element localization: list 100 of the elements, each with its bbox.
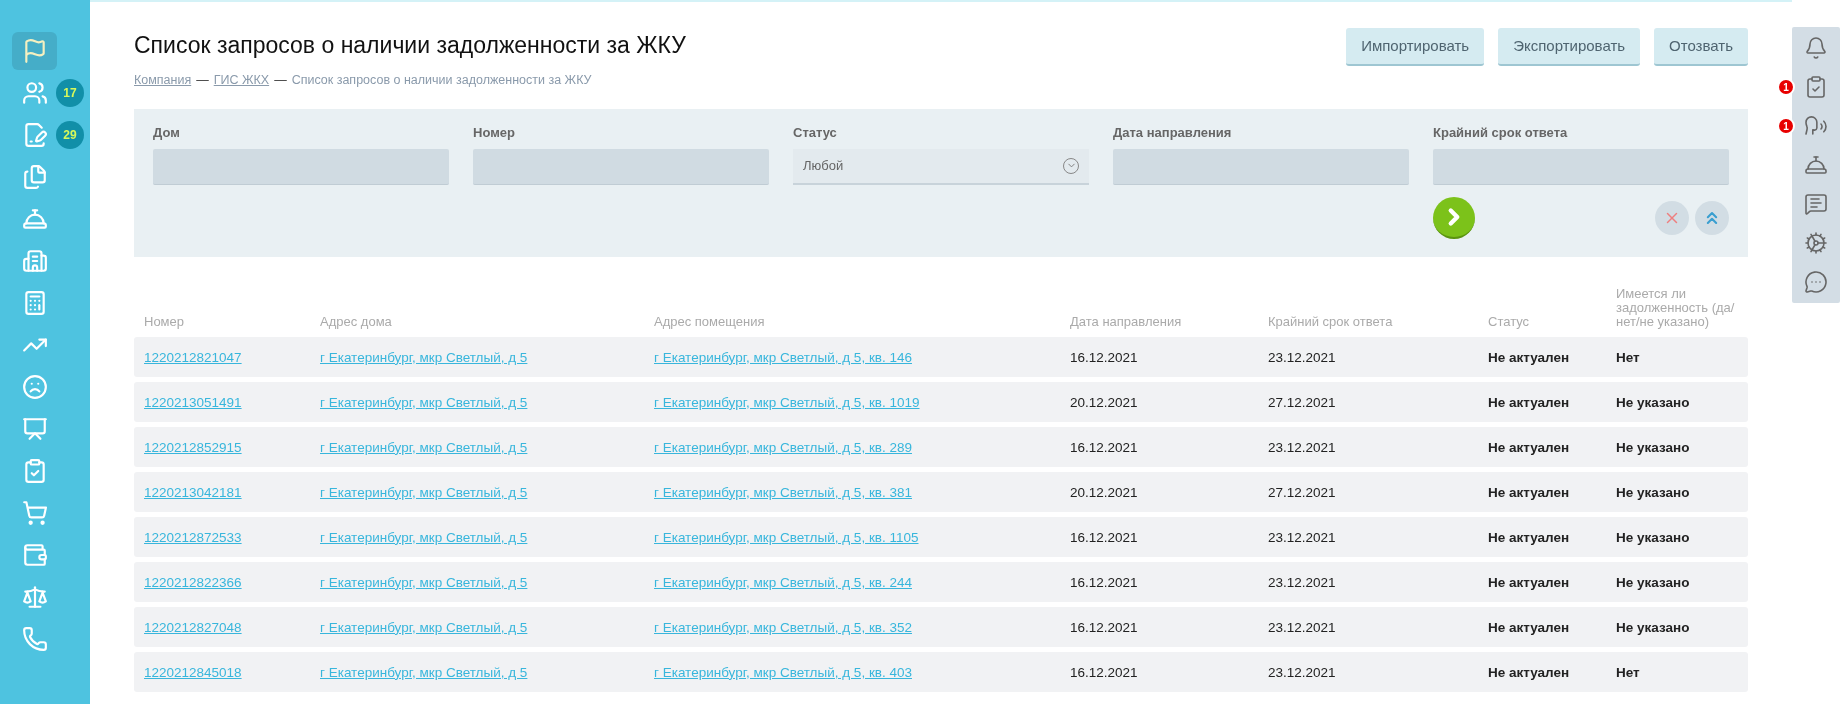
table-link[interactable]: г Екатеринбург, мкр Светлый, д 5, кв. 403 xyxy=(654,664,912,680)
table-link[interactable]: г Екатеринбург, мкр Светлый, д 5, кв. 244 xyxy=(654,574,912,590)
column-header: Статус xyxy=(1488,314,1531,329)
table-link[interactable]: г Екатеринбург, мкр Светлый, д 5 xyxy=(320,394,528,410)
table-cell: 27.12.2021 xyxy=(1268,394,1336,410)
table-cell: 23.12.2021 xyxy=(1268,529,1336,545)
filter-label: Номер xyxy=(473,124,516,143)
table-link[interactable]: 1220213042181 xyxy=(144,484,242,500)
table-cell: 16.12.2021 xyxy=(1070,619,1138,635)
sidebar-item[interactable] xyxy=(12,32,57,70)
breadcrumb-link[interactable]: Компания xyxy=(134,70,192,90)
table-cell: Не указано xyxy=(1616,439,1690,455)
apply-button[interactable] xyxy=(1433,196,1475,239)
table-link[interactable]: г Екатеринбург, мкр Светлый, д 5, кв. 352 xyxy=(654,619,912,635)
table-cell: Нет xyxy=(1616,664,1640,680)
count-badge: 29 xyxy=(56,121,84,149)
table-link[interactable]: г Екатеринбург, мкр Светлый, д 5 xyxy=(320,619,528,635)
table-link[interactable]: 1220212822366 xyxy=(144,574,242,590)
collapse-button[interactable] xyxy=(1695,200,1729,235)
table-cell: 16.12.2021 xyxy=(1070,439,1138,455)
column-header: Имеется ли задолженность (да/нет/не указано) xyxy=(1616,286,1736,329)
action-button[interactable]: Экспортировать xyxy=(1498,28,1641,66)
table-link[interactable]: г Екатеринбург, мкр Светлый, д 5 xyxy=(320,529,528,545)
table-link[interactable]: 1220213051491 xyxy=(144,394,242,410)
speaking-head-icon xyxy=(1804,114,1828,138)
message-icon xyxy=(1804,192,1828,216)
table-link[interactable]: г Екатеринбург, мкр Светлый, д 5, кв. 1105 xyxy=(654,529,919,545)
table-link[interactable]: 1220212872533 xyxy=(144,529,242,545)
table-cell: 23.12.2021 xyxy=(1268,439,1336,455)
notification-badge: 1 xyxy=(1777,78,1795,96)
table-cell: 16.12.2021 xyxy=(1070,529,1138,545)
phone-icon xyxy=(21,626,48,652)
table-link[interactable]: г Екатеринбург, мкр Светлый, д 5 xyxy=(320,484,528,500)
table-cell: Не указано xyxy=(1616,394,1690,410)
table-link[interactable]: г Екатеринбург, мкр Светлый, д 5 xyxy=(320,349,528,365)
column-header: Дата направления xyxy=(1070,314,1183,329)
cart-icon xyxy=(21,500,48,526)
action-button[interactable]: Импортировать xyxy=(1346,28,1485,66)
presentation-icon xyxy=(21,416,48,442)
wallet-icon xyxy=(21,542,48,568)
table-cell: 23.12.2021 xyxy=(1268,619,1336,635)
table-cell: Нет xyxy=(1616,349,1640,365)
reception-bell-icon xyxy=(1804,153,1828,177)
table-cell: 20.12.2021 xyxy=(1070,484,1138,500)
table-cell: 23.12.2021 xyxy=(1268,574,1336,590)
table-link[interactable]: г Екатеринбург, мкр Светлый, д 5, кв. 146 xyxy=(654,349,912,365)
documents-icon xyxy=(21,164,48,190)
page-title: Список запросов о наличии задолженности за ЖКУ xyxy=(134,31,686,60)
table-cell: 16.12.2021 xyxy=(1070,664,1138,680)
table-link[interactable]: г Екатеринбург, мкр Светлый, д 5, кв. 1019 xyxy=(654,394,920,410)
sad-face-icon xyxy=(21,374,48,400)
column-header: Крайний срок ответа xyxy=(1268,314,1394,329)
table-link[interactable]: г Екатеринбург, мкр Светлый, д 5 xyxy=(320,664,528,680)
breadcrumb-separator: — xyxy=(196,71,209,89)
table-cell: Не указано xyxy=(1616,484,1690,500)
filter-input[interactable] xyxy=(1113,148,1409,185)
reception-bell-icon xyxy=(21,206,48,232)
people-icon xyxy=(21,80,48,106)
status-select[interactable]: Любой xyxy=(793,148,1089,185)
table-cell: Не актуален xyxy=(1488,664,1570,680)
table-link[interactable]: 1220212852915 xyxy=(144,439,242,455)
table-link[interactable]: 1220212845018 xyxy=(144,664,242,680)
column-header: Номер xyxy=(144,314,185,329)
table-cell: Не актуален xyxy=(1488,394,1570,410)
table-link[interactable]: 1220212827048 xyxy=(144,619,242,635)
notification-badge: 1 xyxy=(1777,117,1795,135)
table-cell: Не указано xyxy=(1616,574,1690,590)
table-cell: 23.12.2021 xyxy=(1268,664,1336,680)
table-link[interactable]: г Екатеринбург, мкр Светлый, д 5 xyxy=(320,574,528,590)
table-cell: Не актуален xyxy=(1488,349,1570,365)
table-link[interactable]: 1220212821047 xyxy=(144,349,242,365)
filter-input[interactable] xyxy=(473,148,769,185)
building-icon xyxy=(21,248,48,274)
count-badge: 17 xyxy=(56,79,84,107)
filter-label: Крайний срок ответа xyxy=(1433,124,1569,143)
column-header: Адрес дома xyxy=(320,314,393,329)
filter-input[interactable] xyxy=(153,148,449,185)
table-cell: Не актуален xyxy=(1488,529,1570,545)
table-cell: 23.12.2021 xyxy=(1268,349,1336,365)
breadcrumb-separator: — xyxy=(274,71,287,89)
table-cell: Не указано xyxy=(1616,529,1690,545)
action-button[interactable]: Отозвать xyxy=(1654,28,1748,66)
column-header: Адрес помещения xyxy=(654,314,766,329)
filter-label: Дата направления xyxy=(1113,124,1233,143)
table-cell: 20.12.2021 xyxy=(1070,394,1138,410)
table-link[interactable]: г Екатеринбург, мкр Светлый, д 5, кв. 289 xyxy=(654,439,912,455)
gear-icon xyxy=(1804,231,1828,255)
table-cell: 16.12.2021 xyxy=(1070,349,1138,365)
table-link[interactable]: г Екатеринбург, мкр Светлый, д 5, кв. 381 xyxy=(654,484,912,500)
breadcrumb-link[interactable]: ГИС ЖКХ xyxy=(213,70,270,90)
filter-input[interactable] xyxy=(1433,148,1729,185)
table-cell: 27.12.2021 xyxy=(1268,484,1336,500)
chat-icon xyxy=(1804,270,1828,294)
clear-button[interactable] xyxy=(1655,200,1689,235)
filter-label: Дом xyxy=(153,124,181,143)
table-cell: Не актуален xyxy=(1488,619,1570,635)
scales-icon xyxy=(21,584,48,610)
table-cell: 16.12.2021 xyxy=(1070,574,1138,590)
table-link[interactable]: г Екатеринбург, мкр Светлый, д 5 xyxy=(320,439,528,455)
filter-label: Статус xyxy=(793,124,838,143)
